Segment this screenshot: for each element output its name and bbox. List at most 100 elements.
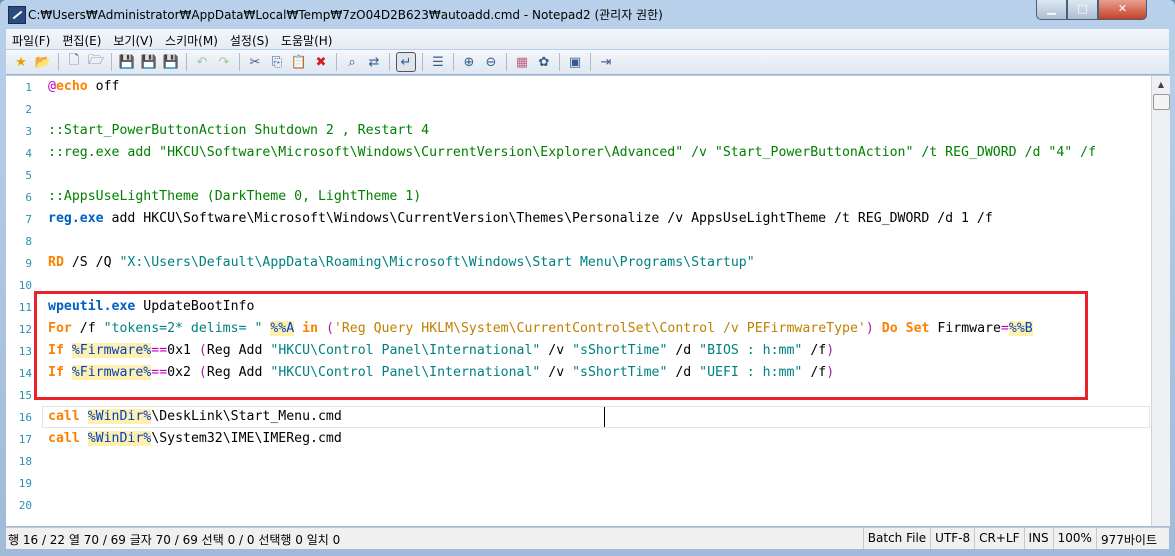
open-icon[interactable]: 📂 <box>34 53 52 71</box>
line-number: 18 <box>18 455 32 468</box>
line-number: 9 <box>25 257 32 270</box>
menu-item[interactable]: 도움말(H) <box>275 29 339 49</box>
delete-icon[interactable]: ✖ <box>312 53 330 71</box>
red-highlight-box <box>34 291 1088 400</box>
toolbar-separator <box>111 53 112 71</box>
line-number: 10 <box>18 279 32 292</box>
status-line-ending[interactable]: CR+LF <box>974 528 1023 549</box>
status-scheme[interactable]: Batch File <box>862 528 930 549</box>
code-line[interactable]: ::reg.exe add "HKCU\Software\Microsoft\W… <box>48 142 1096 164</box>
notepad2-app-icon[interactable] <box>8 6 26 24</box>
zoom-in-icon[interactable]: ⊕ <box>460 53 478 71</box>
title-bar[interactable]: C:₩Users₩Administrator₩AppData₩Local₩Tem… <box>0 0 1175 28</box>
line-number: 14 <box>18 367 32 380</box>
scheme-icon[interactable]: ▦ <box>513 53 531 71</box>
line-number: 19 <box>18 477 32 490</box>
undo-icon[interactable]: ↶ <box>193 53 211 71</box>
code-line[interactable]: call %WinDir%\DeskLink\Start_Menu.cmd <box>48 406 342 428</box>
code-line[interactable]: reg.exe add HKCU\Software\Microsoft\Wind… <box>48 208 993 230</box>
vertical-scrollbar[interactable]: ▲ <box>1151 76 1170 526</box>
new-icon[interactable]: ★ <box>12 53 30 71</box>
line-number: 6 <box>25 191 32 204</box>
save-copy-icon[interactable]: 💾 <box>162 53 180 71</box>
code-token-txt: \DeskLink\Start_Menu.cmd <box>151 409 342 424</box>
notepad2-window: C:₩Users₩Administrator₩AppData₩Local₩Tem… <box>0 0 1175 556</box>
code-line[interactable]: ::AppsUseLightTheme (DarkTheme 0, LightT… <box>48 186 421 208</box>
exit-icon[interactable]: ⇥ <box>597 53 615 71</box>
save-as-icon[interactable]: 💾 <box>140 53 158 71</box>
list-icon[interactable]: ☰ <box>429 53 447 71</box>
scroll-up-arrow-icon[interactable]: ▲ <box>1152 76 1170 93</box>
code-line[interactable]: call %WinDir%\System32\IME\IMEReg.cmd <box>48 428 342 450</box>
replace-icon[interactable]: ⇄ <box>365 53 383 71</box>
menu-bar: 파일(F) 편집(E) 보기(V) 스키마(M) 설정(S) 도움말(H) <box>6 29 1169 49</box>
line-number: 20 <box>18 499 32 512</box>
code-token-com: ::reg.exe add "HKCU\Software\Microsoft\W… <box>48 145 1097 160</box>
code-line[interactable]: ::Start_PowerButtonAction Shutdown 2 , R… <box>48 120 429 142</box>
copy-icon[interactable]: ⎘ <box>268 53 286 71</box>
menu-item[interactable]: 편집(E) <box>56 29 107 49</box>
color-icon[interactable]: ✿ <box>535 53 553 71</box>
maximize-button[interactable]: □ <box>1067 0 1098 20</box>
line-number: 1 <box>25 81 32 94</box>
code-line[interactable]: RD /S /Q "X:\Users\Default\AppData\Roami… <box>48 252 755 274</box>
line-number: 13 <box>18 345 32 358</box>
code-token-txt: off <box>87 79 120 94</box>
redo-icon[interactable]: ↷ <box>215 53 233 71</box>
line-number: 7 <box>25 213 32 226</box>
toolbar: ★ 📂 🗋 🗁 💾 💾 💾 ↶ ↷ ✂ ⎘ 📋 ✖ ⌕ ⇄ ↵ ☰ ⊕ ⊖ ▦ ✿ ▣ ⇥ <box>6 50 1169 75</box>
code-token-com: ::AppsUseLightTheme (DarkTheme 0, LightT… <box>48 189 422 204</box>
code-token-txt: \System32\IME\IMEReg.cmd <box>151 431 342 446</box>
close-button[interactable]: ✕ <box>1098 0 1147 20</box>
line-number: 3 <box>25 125 32 138</box>
menu-item[interactable]: 설정(S) <box>224 29 275 49</box>
paste-icon[interactable]: 📋 <box>290 53 308 71</box>
toolbar-separator <box>422 53 423 71</box>
code-token-kw: call <box>48 409 80 424</box>
scrollbar-thumb[interactable] <box>1153 94 1170 110</box>
status-bar: 행 16 / 22 열 70 / 69 글자 70 / 69 선택 0 / 0 … <box>6 527 1169 549</box>
line-number: 12 <box>18 323 32 336</box>
line-number: 16 <box>18 411 32 424</box>
line-number: 15 <box>18 389 32 402</box>
menu-item[interactable]: 파일(F) <box>6 29 56 49</box>
toolbar-separator <box>506 53 507 71</box>
toolbar-separator <box>58 53 59 71</box>
status-mode: INS <box>1023 528 1053 549</box>
toolbar-separator <box>389 53 390 71</box>
code-token-com: ::Start_PowerButtonAction Shutdown 2 , R… <box>48 123 430 138</box>
zoom-out-icon[interactable]: ⊖ <box>482 53 500 71</box>
toolbar-separator <box>453 53 454 71</box>
word-wrap-icon[interactable]: ↵ <box>396 52 416 72</box>
code-token-kw: echo <box>55 79 88 94</box>
save-icon[interactable]: 💾 <box>118 53 136 71</box>
code-token-kw: call <box>48 431 80 446</box>
code-line[interactable]: @echo off <box>48 76 119 98</box>
status-position: 행 16 / 22 열 70 / 69 글자 70 / 69 선택 0 / 0 … <box>8 533 341 547</box>
status-encoding[interactable]: UTF-8 <box>930 528 974 549</box>
code-editor[interactable]: 1 2 3 4 5 6 7 8 9 10 11 12 13 14 15 16 17 18 19 20 @echo of… <box>6 76 1151 526</box>
code-token-cmd: reg.exe <box>48 211 104 226</box>
line-number: 5 <box>25 169 32 182</box>
toolbar-separator <box>186 53 187 71</box>
line-number: 11 <box>18 301 32 314</box>
new-file-icon[interactable]: 🗋 <box>65 53 83 71</box>
code-token-var: %WinDir% <box>87 409 152 424</box>
text-caret <box>604 407 605 427</box>
minimize-button[interactable]: ▁ <box>1036 0 1067 20</box>
code-token-txt: /S /Q <box>63 255 120 270</box>
menu-item[interactable]: 보기(V) <box>107 29 159 49</box>
code-token-at: @ <box>48 79 56 94</box>
find-icon[interactable]: ⌕ <box>343 53 361 71</box>
status-size: 977바이트 <box>1095 528 1161 549</box>
code-token-str: "X:\Users\Default\AppData\Roaming\Micros… <box>119 255 755 270</box>
toolbar-separator <box>590 53 591 71</box>
open-folder-icon[interactable]: 🗁 <box>87 53 105 71</box>
line-number: 2 <box>25 103 32 116</box>
code-token-txt: add HKCU\Software\Microsoft\Windows\Curr… <box>103 211 993 226</box>
cut-icon[interactable]: ✂ <box>246 53 264 71</box>
console-icon[interactable]: ▣ <box>566 53 584 71</box>
menu-item[interactable]: 스키마(M) <box>159 29 224 49</box>
